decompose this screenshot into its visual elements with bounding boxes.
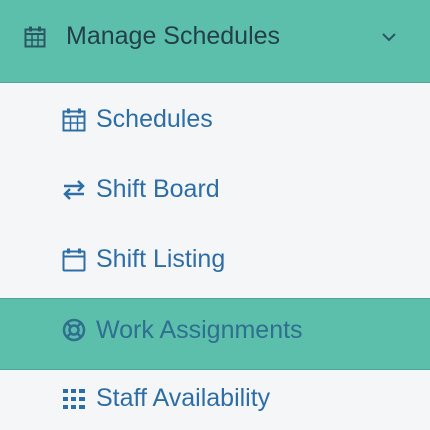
menu-item-label: Schedules xyxy=(96,105,213,133)
manage-schedules-toggle[interactable]: Manage Schedules xyxy=(0,0,430,83)
menu-item-shift-listing[interactable]: Shift Listing xyxy=(0,224,430,294)
grid-dots-icon xyxy=(63,389,85,409)
menu-item-schedules[interactable]: Schedules xyxy=(0,84,430,154)
swap-arrows-icon xyxy=(63,180,85,200)
menu-item-work-assignments[interactable]: Work Assignments xyxy=(0,298,430,370)
menu-item-staff-availability[interactable]: Staff Availability xyxy=(0,370,430,430)
calendar-empty-icon xyxy=(62,248,86,272)
chevron-down-icon[interactable] xyxy=(380,30,398,44)
calendar-icon xyxy=(24,26,46,48)
menu-item-label: Staff Availability xyxy=(96,384,271,412)
schedules-menu: Manage Schedules Schedules Shift Board S… xyxy=(0,0,430,430)
manage-schedules-label: Manage Schedules xyxy=(66,22,281,50)
menu-item-label: Work Assignments xyxy=(96,316,303,344)
menu-item-shift-board[interactable]: Shift Board xyxy=(0,154,430,224)
life-ring-icon xyxy=(62,318,86,342)
menu-item-label: Shift Listing xyxy=(96,245,226,273)
calendar-grid-icon xyxy=(62,108,86,132)
menu-item-label: Shift Board xyxy=(96,175,220,203)
